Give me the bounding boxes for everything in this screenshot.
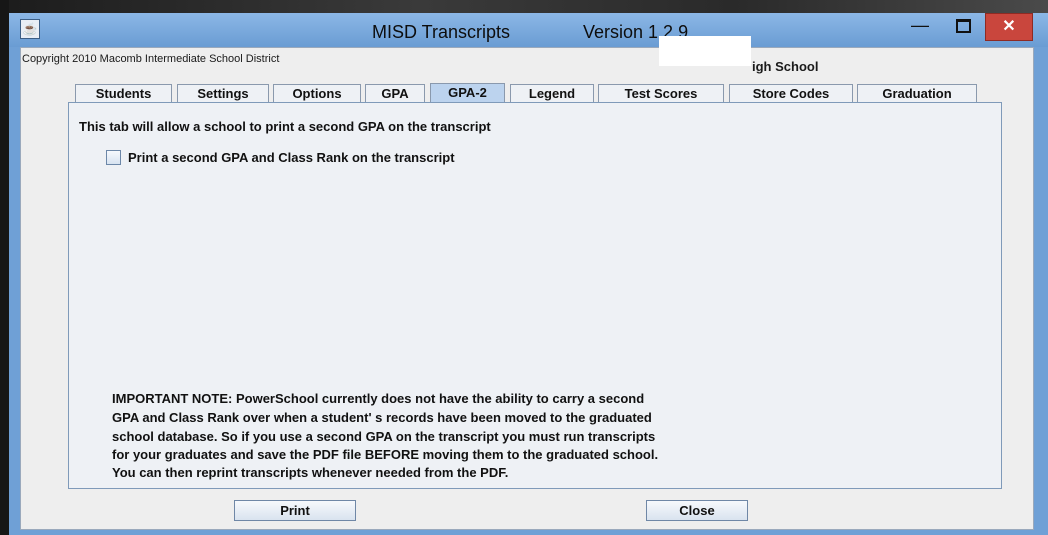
note-line: GPA and Class Rank over when a student' …	[112, 410, 652, 425]
note-line: You can then reprint transcripts wheneve…	[112, 465, 509, 480]
redaction-block	[659, 36, 751, 66]
maximize-icon	[956, 19, 971, 33]
tab-settings[interactable]: Settings	[177, 84, 269, 103]
copyright-text: Copyright 2010 Macomb Intermediate Schoo…	[22, 53, 280, 65]
java-cup-icon[interactable]: ☕	[20, 19, 40, 39]
second-gpa-checkbox-label[interactable]: Print a second GPA and Class Rank on the…	[128, 150, 455, 165]
tab-students[interactable]: Students	[75, 84, 172, 103]
tab-legend[interactable]: Legend	[510, 84, 594, 103]
second-gpa-checkbox[interactable]	[106, 150, 121, 165]
title-bar[interactable]	[9, 13, 1048, 47]
note-line: IMPORTANT NOTE: PowerSchool currently do…	[112, 391, 645, 406]
note-line: for your graduates and save the PDF file…	[112, 447, 659, 462]
minimize-button[interactable]: —	[900, 15, 940, 37]
tab-graduation[interactable]: Graduation	[857, 84, 977, 103]
window-title: MISD Transcripts	[372, 22, 511, 42]
school-name: igh School	[752, 59, 819, 74]
intro-text: This tab will allow a school to print a …	[79, 119, 491, 134]
close-button[interactable]: Close	[646, 500, 748, 521]
tab-test-scores[interactable]: Test Scores	[598, 84, 724, 103]
print-button[interactable]: Print	[234, 500, 356, 521]
tab-store-codes[interactable]: Store Codes	[729, 84, 853, 103]
tab-gpa-2[interactable]: GPA-2	[430, 83, 505, 103]
maximize-button[interactable]	[942, 15, 982, 37]
tab-gpa[interactable]: GPA	[365, 84, 425, 103]
close-window-button[interactable]: ✕	[985, 13, 1033, 41]
tab-options[interactable]: Options	[273, 84, 361, 103]
note-line: school database. So if you use a second …	[112, 429, 656, 444]
desktop-edge	[0, 0, 9, 535]
